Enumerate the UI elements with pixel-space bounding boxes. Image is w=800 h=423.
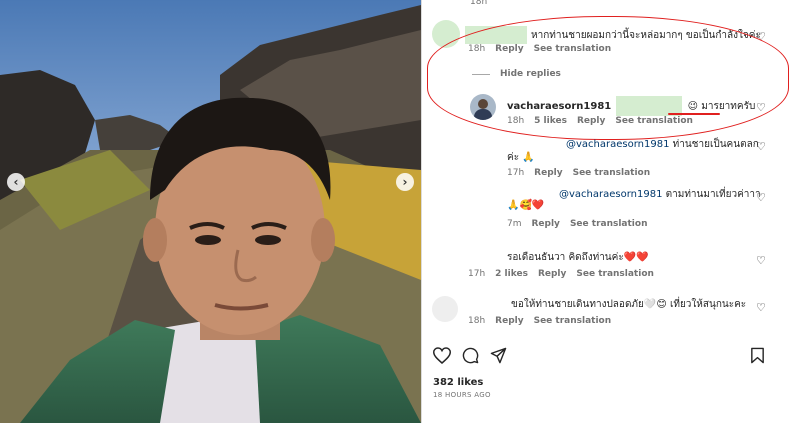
top-timestamp: 18h xyxy=(470,0,488,7)
reply-button[interactable]: Reply xyxy=(534,168,562,178)
heart-icon[interactable] xyxy=(433,347,451,364)
reply-button[interactable]: Reply xyxy=(532,219,560,229)
heart-icon[interactable]: ♡ xyxy=(756,192,766,203)
see-translation-button[interactable]: See translation xyxy=(534,44,612,54)
heart-icon[interactable]: ♡ xyxy=(756,141,766,152)
comment-text-continued: 🙏🥰❤️ xyxy=(507,200,545,211)
comment-text-continued: ค่ะ 🙏 xyxy=(507,152,535,163)
likes-count[interactable]: 382 likes xyxy=(433,377,483,388)
reply-button[interactable]: Reply xyxy=(538,269,566,279)
see-translation-button[interactable]: See translation xyxy=(615,116,693,126)
heart-icon[interactable]: ♡ xyxy=(756,302,766,313)
comment-meta: 18h 5 likes Reply See translation xyxy=(507,116,693,126)
avatar[interactable] xyxy=(470,94,496,120)
comment-meta: 17h 2 likes Reply See translation xyxy=(468,269,654,279)
bookmark-icon[interactable] xyxy=(750,347,765,364)
see-translation-button[interactable]: See translation xyxy=(573,168,651,178)
likes-count[interactable]: 5 likes xyxy=(534,116,567,126)
comment-text: @vacharaesorn1981 ตามท่านมาเที่ยวค่าาา xyxy=(559,189,761,200)
comment-meta: 7m Reply See translation xyxy=(507,219,648,229)
likes-count[interactable]: 2 likes xyxy=(495,269,528,279)
heart-icon[interactable]: ♡ xyxy=(756,255,766,266)
comment-meta: 18h Reply See translation xyxy=(468,316,612,326)
comment-icon[interactable] xyxy=(462,347,479,364)
username[interactable]: vacharaesorn1981 xyxy=(507,101,611,112)
mention-link[interactable]: @vacharaesorn1981 xyxy=(559,189,662,200)
heart-icon[interactable]: ♡ xyxy=(756,31,766,42)
reply-button[interactable]: Reply xyxy=(495,316,523,326)
post-photo[interactable]: ‹ › xyxy=(0,0,421,423)
comment-time: 18h xyxy=(468,44,486,54)
mention-link[interactable]: @vacharaesorn1981 xyxy=(566,139,669,150)
red-underline-annotation xyxy=(668,113,720,115)
selfie-landscape-image xyxy=(0,0,421,423)
avatar[interactable] xyxy=(432,20,460,48)
avatar[interactable] xyxy=(432,296,458,322)
comment-meta: 18h Reply See translation xyxy=(468,44,621,54)
comment-meta: 17h Reply See translation xyxy=(507,168,651,178)
reply-button[interactable]: Reply xyxy=(577,116,605,126)
see-translation-button[interactable]: See translation xyxy=(576,269,654,279)
chevron-right-icon[interactable]: › xyxy=(396,173,414,191)
blurred-username xyxy=(465,26,527,44)
comment-text: @vacharaesorn1981 ท่านชายเป็นคนตลก xyxy=(566,139,759,150)
hide-replies-button[interactable]: Hide replies xyxy=(500,69,561,79)
divider xyxy=(472,74,490,75)
comment-text: ขอให้ท่านชายเดินทางปลอดภัย🤍😊 เที่ยวให้สน… xyxy=(511,299,747,310)
comment-text: รอเดือนธันวา คิดถึงท่านค่ะ❤️❤️ xyxy=(507,252,649,263)
see-translation-button[interactable]: See translation xyxy=(570,219,648,229)
see-translation-button[interactable]: See translation xyxy=(534,316,612,326)
wink-emoji: 😉 xyxy=(687,101,699,112)
comment-text: หากท่านชายผอมกว่านี้จะหล่อมากๆ ขอเป็นกำล… xyxy=(465,26,761,44)
reply-button[interactable]: Reply xyxy=(495,44,523,54)
chevron-left-icon[interactable]: ‹ xyxy=(7,173,25,191)
post-timestamp: 18 HOURS AGO xyxy=(433,391,491,399)
heart-icon[interactable]: ♡ xyxy=(756,102,766,113)
paper-plane-icon[interactable] xyxy=(490,347,507,364)
